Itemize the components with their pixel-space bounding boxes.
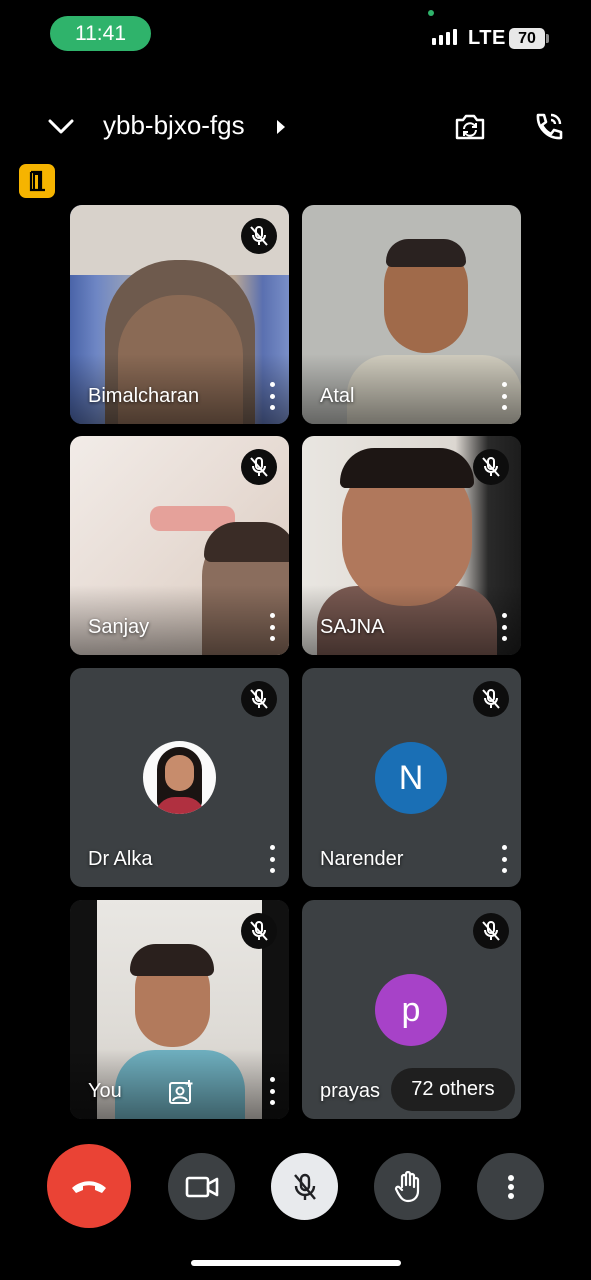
home-indicator[interactable]	[191, 1260, 401, 1266]
hand-raise-icon	[394, 1170, 419, 1202]
participant-name: SAJNA	[320, 616, 385, 638]
participant-name: You	[88, 1080, 122, 1102]
privacy-indicator-dot	[428, 10, 434, 16]
mic-off-icon	[293, 1173, 316, 1200]
camera-toggle-button[interactable]	[168, 1153, 235, 1220]
video-feed-hair	[204, 522, 289, 562]
more-vert-icon[interactable]	[499, 845, 509, 873]
status-time: 11:41	[50, 16, 151, 51]
battery-icon	[546, 34, 549, 43]
participant-tile[interactable]: Sanjay	[70, 436, 289, 655]
mic-off-icon	[241, 218, 277, 254]
add-person-icon[interactable]	[168, 1079, 194, 1105]
avatar: N	[375, 742, 447, 814]
camera-switch-icon[interactable]	[450, 108, 490, 146]
participant-tile[interactable]: Dr Alka	[70, 668, 289, 887]
participant-name: Narender	[320, 848, 404, 870]
participant-tile[interactable]: Bimalcharan	[70, 205, 289, 424]
more-vert-icon[interactable]	[267, 382, 277, 410]
others-count-button[interactable]: 72 others	[391, 1068, 515, 1111]
mic-off-icon	[241, 449, 277, 485]
raise-hand-button[interactable]	[374, 1153, 441, 1220]
door-icon[interactable]	[19, 164, 55, 198]
phone-audio-icon[interactable]	[528, 108, 568, 146]
end-call-button[interactable]	[47, 1144, 131, 1228]
more-vert-icon[interactable]	[267, 613, 277, 641]
participant-name: Bimalcharan	[88, 385, 200, 407]
participant-name: Atal	[320, 385, 355, 407]
mic-off-icon	[473, 681, 509, 717]
mic-off-icon	[473, 913, 509, 949]
participant-tile[interactable]: SAJNA	[302, 436, 521, 655]
avatar-photo-face	[165, 755, 194, 791]
participant-name: Dr Alka	[88, 848, 153, 870]
participant-tile[interactable]: p prayas 72 others	[302, 900, 521, 1119]
avatar	[143, 741, 216, 814]
mic-off-icon	[473, 449, 509, 485]
participant-tile[interactable]: Atal	[302, 205, 521, 424]
participant-name: prayas	[320, 1080, 381, 1102]
participant-tile[interactable]: N Narender	[302, 668, 521, 887]
avatar: p	[375, 974, 447, 1046]
end-call-icon	[72, 1181, 106, 1193]
more-options-button[interactable]	[477, 1153, 544, 1220]
participant-name: Sanjay	[88, 616, 150, 638]
more-vert-icon[interactable]	[267, 845, 277, 873]
chevron-right-icon[interactable]	[274, 117, 288, 137]
mic-off-icon	[241, 913, 277, 949]
video-feed-hair	[386, 239, 466, 267]
mic-off-icon	[241, 681, 277, 717]
more-vert-icon[interactable]	[267, 1077, 277, 1105]
video-icon	[185, 1176, 218, 1197]
network-type: LTE	[468, 27, 506, 49]
more-vert-icon[interactable]	[499, 613, 509, 641]
signal-icon	[432, 29, 457, 45]
more-vert-icon	[507, 1174, 514, 1199]
more-vert-icon[interactable]	[499, 382, 509, 410]
chevron-down-icon[interactable]	[44, 110, 78, 144]
self-view-tile[interactable]: You	[70, 900, 289, 1119]
meeting-code[interactable]: ybb-bjxo-fgs	[103, 110, 245, 141]
video-feed-hair	[340, 448, 474, 488]
battery-level: 70	[509, 28, 545, 49]
video-feed-hair	[130, 944, 214, 976]
mic-toggle-button[interactable]	[271, 1153, 338, 1220]
